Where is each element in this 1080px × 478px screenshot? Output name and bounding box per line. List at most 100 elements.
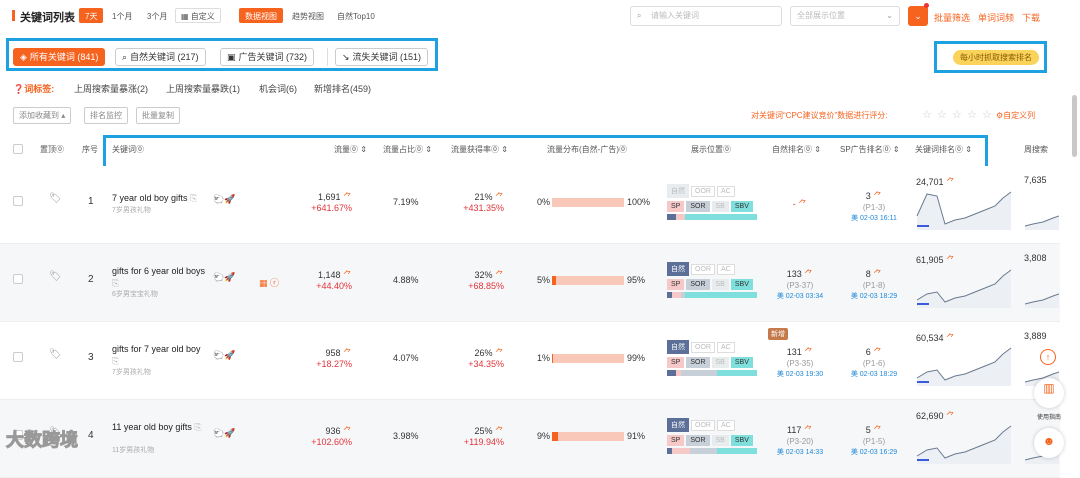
position-chip: SP <box>667 435 685 446</box>
chart-icon[interactable]: ⺈ <box>495 426 504 436</box>
keyword-text[interactable]: gifts for 7 year old boy ⎘ <box>112 343 207 367</box>
tag-opportunity[interactable]: 机会词(6) <box>259 82 297 95</box>
dropdown-menu-button[interactable]: ⌄ <box>908 6 928 26</box>
chart-icon[interactable]: ⺈ <box>873 425 882 435</box>
copy-icon[interactable]: ⎘ <box>194 422 201 432</box>
star-icon[interactable]: ☆ <box>982 108 992 121</box>
chart-icon[interactable]: ⺈ <box>495 192 504 202</box>
action-icons[interactable]: 🐑🚀 <box>213 350 235 361</box>
natural-rank-value: 133 <box>786 269 802 279</box>
position-chip: SB <box>711 201 729 212</box>
position-chip: AC <box>716 342 735 353</box>
trend-view-tab[interactable]: 趋势视图 <box>286 8 330 23</box>
tag-drop[interactable]: 上周搜索量暴跌(1) <box>166 82 240 95</box>
data-view-tab[interactable]: 数据视图 <box>239 8 283 23</box>
chart-icon[interactable]: ⺈ <box>343 348 352 358</box>
rank-monitor-button[interactable]: 排名监控 <box>84 107 128 124</box>
notification-dot <box>924 3 929 8</box>
range-7d-button[interactable]: 7天 <box>79 8 104 23</box>
traffic-dist-fill <box>552 276 556 285</box>
range-1m-button[interactable]: 1个月 <box>106 8 138 23</box>
weekly-search-sparkline <box>1024 293 1059 308</box>
chart-icon[interactable]: ⺈ <box>343 426 352 436</box>
row-checkbox[interactable] <box>13 196 23 206</box>
watermark: 大数跨境 <box>6 430 79 451</box>
chart-icon[interactable]: ⺈ <box>804 269 813 279</box>
tag-new-rank[interactable]: 新增排名(459) <box>314 82 371 95</box>
action-icons[interactable]: 🐑🚀 <box>213 272 235 283</box>
display-position-cell: 自然 OOR AC SP SOR SB SBV <box>667 418 759 454</box>
row-index: 1 <box>88 196 94 207</box>
position-chip: 自然 <box>667 340 689 354</box>
position-chip: SB <box>711 279 729 290</box>
word-frequency-link[interactable]: 单词词频 <box>978 11 1014 24</box>
traffic-rate-value: 32% <box>474 270 493 280</box>
natural-rank-cell: - ⺈ <box>770 197 830 220</box>
batch-filter-link[interactable]: 批量筛选 <box>934 11 970 24</box>
action-icons[interactable]: 🐑🚀 <box>213 428 235 439</box>
arrow-up-icon[interactable]: ↑ <box>1040 349 1056 365</box>
display-position-cell: 自然 OOR AC SP SOR SB SBV <box>667 184 759 220</box>
add-favorite-button[interactable]: 添加收藏到 ▴ <box>13 107 72 124</box>
display-position-cell: 自然 OOR AC SP SOR SB SBV <box>667 262 759 298</box>
chart-icon[interactable]: ⺈ <box>873 191 882 201</box>
chart-icon[interactable]: ⺈ <box>798 199 807 209</box>
traffic-rate-value: 21% <box>474 192 493 202</box>
chart-icon[interactable]: ⺈ <box>495 270 504 280</box>
position-chip: OOR <box>691 420 715 431</box>
chart-icon[interactable]: ⺈ <box>343 192 352 202</box>
natural-rank-time: 美 02-03 03:34 <box>776 293 824 300</box>
title-accent <box>12 10 15 21</box>
keyword-text[interactable]: gifts for 6 year old boys ⎘ <box>112 265 207 289</box>
tag-surge[interactable]: 上周搜索量暴涨(2) <box>74 82 148 95</box>
download-link[interactable]: 下载 <box>1022 11 1040 24</box>
copy-icon[interactable]: ⎘ <box>112 278 119 288</box>
chart-icon[interactable]: ⺈ <box>495 348 504 358</box>
natural-top10-tab[interactable]: 自然Top10 <box>331 8 381 23</box>
col-weekly-search[interactable]: 周搜索 <box>1024 144 1048 155</box>
select-all-checkbox[interactable] <box>13 144 23 154</box>
star-icon[interactable]: ☆ <box>967 108 977 121</box>
chart-icon[interactable]: ⺈ <box>343 270 352 280</box>
chart-icon[interactable]: ⺈ <box>804 347 813 357</box>
position-segment-bar <box>667 292 757 298</box>
chart-icon[interactable]: ⺈ <box>873 269 882 279</box>
guide-button[interactable]: ▥ <box>1034 378 1064 408</box>
keyword-text[interactable]: 7 year old boy gifts ⎘ <box>112 192 207 204</box>
dist-right: 91% <box>627 431 646 441</box>
tag-icon[interactable]: 🏷 <box>49 349 62 360</box>
copy-icon[interactable]: ⎘ <box>190 193 197 203</box>
action-icons[interactable]: 🐑🚀 <box>213 194 235 205</box>
keyword-text[interactable]: 11 year old boy gifts ⎘ <box>112 421 207 433</box>
copy-icon[interactable]: ⎘ <box>112 356 119 366</box>
support-button[interactable]: ☻ <box>1034 428 1064 458</box>
tag-icon[interactable]: 🏷 <box>49 193 62 204</box>
traffic-rate-cell: 32% ⺈ +68.85% <box>452 268 504 291</box>
row-checkbox[interactable] <box>13 352 23 362</box>
sp-rank-value: 6 <box>865 347 871 357</box>
row-checkbox[interactable] <box>13 274 23 284</box>
col-pin[interactable]: 置顶⓪ <box>40 144 64 155</box>
star-icon[interactable]: ☆ <box>937 108 947 121</box>
traffic-value: 958 <box>325 348 341 358</box>
chart-icon[interactable]: ⺈ <box>873 347 882 357</box>
tag-icon[interactable]: 🏷 <box>49 271 62 282</box>
star-icon[interactable]: ☆ <box>952 108 962 121</box>
batch-copy-button[interactable]: 批量复制 <box>136 107 180 124</box>
custom-columns-button[interactable]: ⚙自定义列 <box>996 110 1035 121</box>
traffic-cell: 936 ⺈ +102.60% <box>311 424 352 447</box>
keyword-rank-sparkline <box>916 191 1012 230</box>
star-icon[interactable]: ☆ <box>922 108 932 121</box>
range-custom-label: 自定义 <box>190 12 215 21</box>
chart-icon[interactable]: ⺈ <box>804 425 813 435</box>
keyword-label: gifts for 6 year old boys <box>112 266 206 276</box>
guide-label: 使用指南 <box>1036 415 1061 421</box>
position-select[interactable]: 全部展示位置 ⌄ <box>790 6 900 26</box>
range-custom-button[interactable]: ▦ 自定义 <box>175 8 221 23</box>
position-chip: SB <box>711 435 729 446</box>
search-input[interactable]: ⌕ 请输入关键词 <box>630 6 782 26</box>
traffic-rate-cell: 26% ⺈ +34.35% <box>452 346 504 369</box>
range-3m-button[interactable]: 3个月 <box>141 8 173 23</box>
scrollbar-thumb[interactable] <box>1072 95 1077 157</box>
traffic-cell: 1,148 ⺈ +44.40% <box>316 268 352 291</box>
